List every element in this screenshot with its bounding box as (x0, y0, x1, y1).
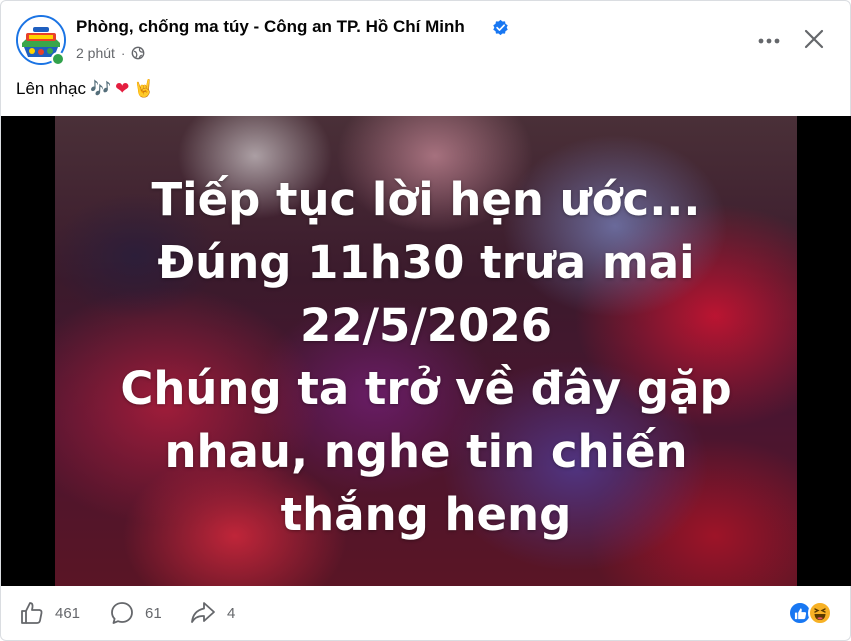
music-notes-emoji: 🎶 (89, 79, 112, 99)
haha-reaction-icon (808, 601, 832, 625)
reaction-summary[interactable] (788, 600, 836, 626)
verified-badge-icon (493, 19, 508, 36)
post-meta: 2 phút · (76, 45, 145, 61)
post-image[interactable]: Tiếp tục lời hẹn ước... Đúng 11h30 trưa … (1, 116, 851, 586)
page-name[interactable]: Phòng, chống ma túy - Công an TP. Hồ Chí… (76, 17, 465, 37)
like-count: 461 (55, 604, 81, 622)
share-count: 4 (227, 604, 236, 622)
image-background: Tiếp tục lời hẹn ước... Đúng 11h30 trưa … (55, 116, 797, 586)
share-button[interactable]: 4 (189, 600, 235, 626)
image-text-line: nhau, nghe tin chiến (164, 425, 688, 478)
image-text-line: 22/5/2026 (299, 299, 553, 352)
thumbs-up-icon (21, 602, 43, 624)
globe-icon[interactable] (131, 46, 145, 60)
image-text-line: thắng heng (280, 488, 572, 541)
image-text-line: Chúng ta trở về đây gặp (120, 362, 732, 415)
post-caption: Lên nhạc 🎶 ❤ 🤘 (16, 79, 155, 99)
close-button[interactable] (796, 21, 832, 57)
comment-count: 61 (145, 604, 162, 622)
more-options-button[interactable] (749, 23, 789, 59)
facebook-post: Phòng, chống ma túy - Công an TP. Hồ Chí… (0, 0, 851, 641)
post-header: Phòng, chống ma túy - Công an TP. Hồ Chí… (1, 1, 851, 76)
image-text-line: Đúng 11h30 trưa mai (157, 236, 695, 289)
red-heart-emoji: ❤ (115, 79, 130, 99)
more-dots-icon (758, 38, 780, 44)
meta-separator: · (120, 45, 126, 61)
caption-text: Lên nhạc (16, 79, 86, 98)
image-text: Tiếp tục lời hẹn ước... Đúng 11h30 trưa … (55, 168, 797, 546)
online-status-dot (51, 52, 65, 66)
share-arrow-icon (191, 602, 215, 623)
comment-button[interactable]: 61 (109, 600, 162, 626)
like-button[interactable]: 461 (19, 600, 80, 626)
image-text-line: Tiếp tục lời hẹn ước... (151, 173, 701, 226)
close-icon (804, 29, 824, 49)
post-footer: 461 61 4 (1, 586, 851, 641)
post-timestamp[interactable]: 2 phút (76, 45, 115, 61)
rock-on-emoji: 🤘 (133, 79, 155, 99)
comment-bubble-icon (111, 602, 133, 624)
